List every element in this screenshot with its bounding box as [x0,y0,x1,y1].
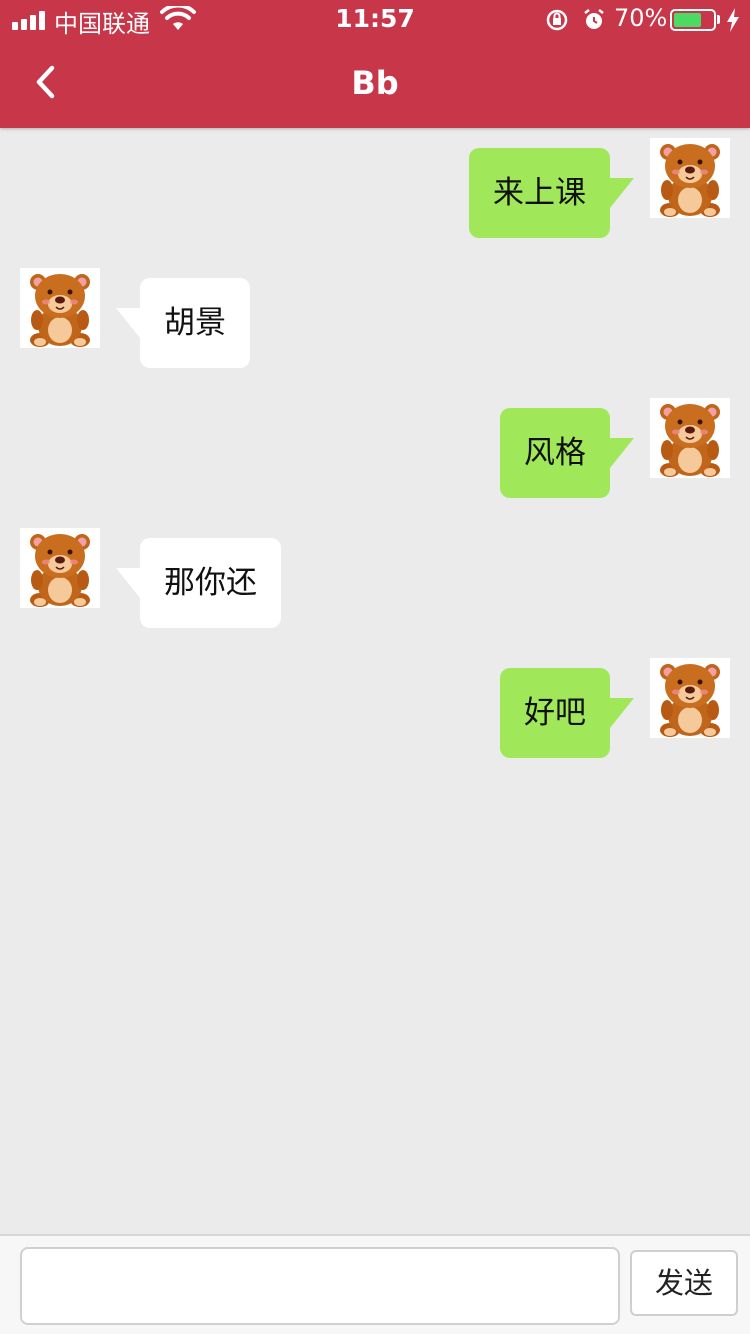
send-button[interactable]: 发送 [630,1250,738,1316]
app-header: 中国联通 11:57 70% Bb [0,0,750,128]
avatar[interactable] [650,658,730,738]
input-bar: 发送 [0,1234,750,1334]
avatar[interactable] [650,398,730,478]
sent-message-bubble[interactable]: 风格 [500,408,634,498]
avatar[interactable] [20,268,100,348]
bear-avatar-icon [30,274,90,347]
page-title: Bb [351,64,399,102]
received-message-bubble[interactable]: 胡景 [116,278,250,368]
avatar[interactable] [20,528,100,608]
battery-tip [717,15,720,24]
battery-percent: 70% [614,4,668,32]
bear-avatar-icon [660,664,720,737]
sent-message-bubble[interactable]: 来上课 [469,148,634,238]
message-list[interactable]: 来上课 胡景 风格 那你还 好吧 [0,128,750,1234]
message-input[interactable] [20,1247,620,1325]
battery-fill [674,13,701,27]
bear-avatar-icon [30,534,90,607]
message-row: 那你还 [0,518,750,628]
charging-icon [727,8,739,32]
message-row: 来上课 [0,128,750,238]
battery-icon [670,9,716,31]
sent-message-bubble[interactable]: 好吧 [500,668,634,758]
avatar[interactable] [650,138,730,218]
received-message-bubble[interactable]: 那你还 [116,538,281,628]
rotation-lock-icon [546,9,568,31]
status-bar: 中国联通 11:57 70% [0,0,750,40]
alarm-icon [584,9,604,29]
message-row: 胡景 [0,258,750,368]
bear-avatar-icon [660,144,720,217]
message-row: 好吧 [0,648,750,758]
bear-avatar-icon [660,404,720,477]
message-row: 风格 [0,388,750,498]
